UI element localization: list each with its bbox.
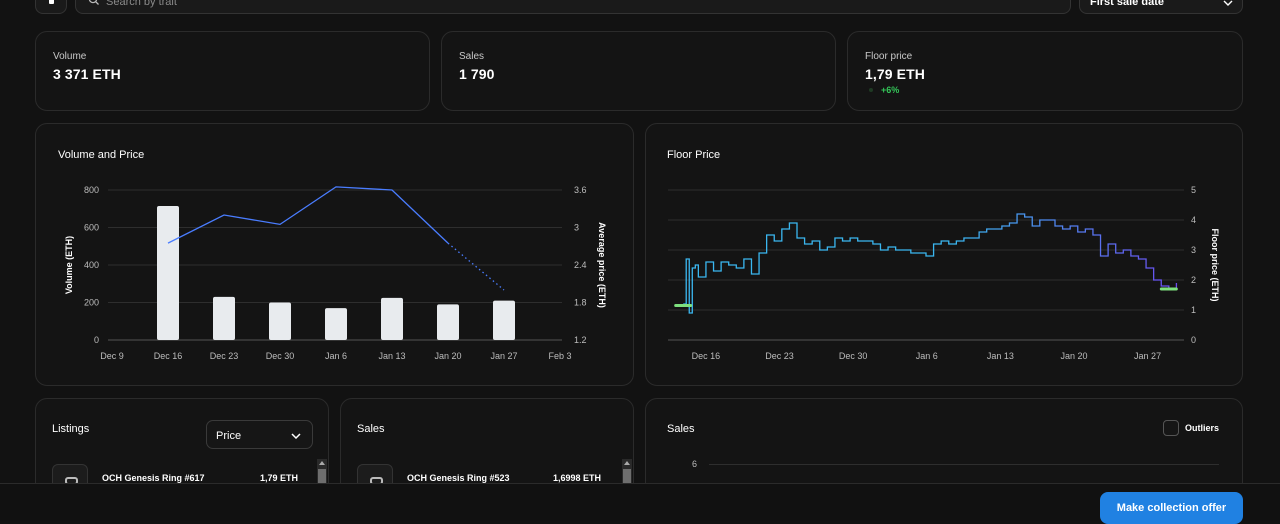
volume-bar [437, 304, 459, 340]
average-price-line [167, 186, 449, 244]
y-tick-label: 400 [84, 260, 99, 270]
x-tick-label: Dec 16 [154, 351, 183, 361]
list-item-price: 1,79 ETH [260, 473, 299, 483]
chevron-down-icon [291, 433, 301, 439]
y2-tick-label: 1.8 [574, 298, 587, 308]
x-tick-label: Dec 30 [266, 351, 295, 361]
floor-price-chart-card: Floor Price 0 1 2 3 4 5 Dec 16 Dec 23 Dec 30 Jan … [645, 123, 1243, 386]
listings-sort-value: Price [216, 430, 242, 442]
floor-marker [674, 304, 693, 307]
outliers-checkbox[interactable] [1163, 420, 1179, 436]
sales-chart-title: Sales [667, 423, 695, 435]
volume-bar [493, 300, 515, 340]
footer-bar [0, 483, 1280, 521]
y-tick-label: 0 [1191, 335, 1196, 345]
y-tick-label: 1 [1191, 305, 1196, 315]
trend-up-icon [869, 88, 873, 92]
volume-bar [213, 296, 235, 340]
x-tick-label: Jan 13 [378, 351, 405, 361]
listings-title: Listings [52, 423, 90, 435]
sort-select-value: First sale date [1090, 0, 1164, 8]
y-tick-label: 3 [1191, 245, 1196, 255]
search-placeholder: Search by trait [106, 0, 177, 8]
volume-price-chart-card: Volume and Price 0 200 400 600 800 1.2 1.8 2.4 3… [35, 123, 634, 386]
sales-chart-y-tick: 6 [692, 459, 698, 469]
sales-value: 1 790 [459, 66, 495, 82]
x-tick-label: Dec 30 [839, 351, 868, 361]
x-tick-label: Jan 20 [1060, 351, 1087, 361]
scroll-up-icon[interactable] [319, 461, 325, 465]
volume-bar [269, 302, 291, 340]
listings-sort-select[interactable]: Price [206, 420, 313, 449]
y-tick-label: 0 [94, 335, 99, 345]
y-tick-label: 4 [1191, 215, 1196, 225]
sort-select[interactable]: First sale date [1079, 0, 1243, 14]
volume-label: Volume [53, 51, 87, 62]
search-input[interactable]: Search by trait [75, 0, 1071, 14]
y2-tick-label: 3 [574, 223, 579, 233]
x-tick-label: Feb 3 [548, 351, 571, 361]
list-item-price: 1,6998 ETH [553, 473, 602, 483]
filter-icon [49, 0, 54, 4]
search-icon [88, 0, 99, 5]
outliers-label: Outliers [1185, 423, 1220, 433]
scroll-up-icon[interactable] [624, 461, 630, 465]
x-tick-label: Dec 9 [100, 351, 124, 361]
make-collection-offer-button[interactable]: Make collection offer [1100, 492, 1243, 524]
y-tick-label: 600 [84, 223, 99, 233]
x-tick-label: Jan 27 [1134, 351, 1161, 361]
x-tick-label: Dec 23 [765, 351, 794, 361]
volume-price-chart: 0 200 400 600 800 1.2 1.8 2.4 3 3.6 Dec 9 Dec 16 Dec… [64, 185, 607, 361]
filter-button[interactable] [35, 0, 67, 14]
volume-bar [381, 297, 403, 340]
y-axis-title: Floor price (ETH) [1210, 228, 1220, 301]
y-axis-title: Volume (ETH) [64, 236, 74, 294]
volume-stat-card: Volume 3 371 ETH [35, 31, 430, 111]
y-tick-label: 200 [84, 298, 99, 308]
x-tick-label: Jan 6 [916, 351, 938, 361]
floor-price-chart: 0 1 2 3 4 5 Dec 16 Dec 23 Dec 30 Jan 6 Jan 13 Jan 2… [668, 185, 1220, 361]
y-tick-label: 2 [1191, 275, 1196, 285]
floor-price-line [683, 213, 1178, 314]
sales-label: Sales [459, 51, 485, 62]
sales-chart-gridline [709, 464, 1219, 465]
y-tick-label: 5 [1191, 185, 1196, 195]
floor-marker [1159, 287, 1178, 291]
y-tick-label: 800 [84, 185, 99, 195]
floor-price-change: +6% [881, 85, 900, 95]
x-tick-label: Jan 6 [325, 351, 347, 361]
sales-stat-card: Sales 1 790 [441, 31, 836, 111]
list-item-name: OCH Genesis Ring #523 [407, 473, 510, 483]
floor-price-stat-card: Floor price 1,79 ETH +6% [847, 31, 1243, 111]
x-tick-label: Jan 20 [434, 351, 461, 361]
y2-tick-label: 3.6 [574, 185, 587, 195]
volume-bar [157, 205, 179, 340]
volume-value: 3 371 ETH [53, 66, 121, 82]
list-item-name: OCH Genesis Ring #617 [102, 473, 205, 483]
y2-axis-title: Average price (ETH) [597, 222, 607, 308]
x-tick-label: Dec 16 [692, 351, 721, 361]
floor-price-value: 1,79 ETH [865, 66, 925, 82]
x-tick-label: Jan 13 [987, 351, 1014, 361]
volume-bar [325, 308, 347, 340]
x-tick-label: Dec 23 [210, 351, 239, 361]
y2-tick-label: 1.2 [574, 335, 587, 345]
sales-list-title: Sales [357, 423, 385, 435]
floor-price-label: Floor price [865, 51, 913, 62]
average-price-projection [447, 242, 505, 291]
x-tick-label: Jan 27 [490, 351, 517, 361]
chevron-down-icon [1223, 0, 1233, 6]
y2-tick-label: 2.4 [574, 260, 587, 270]
